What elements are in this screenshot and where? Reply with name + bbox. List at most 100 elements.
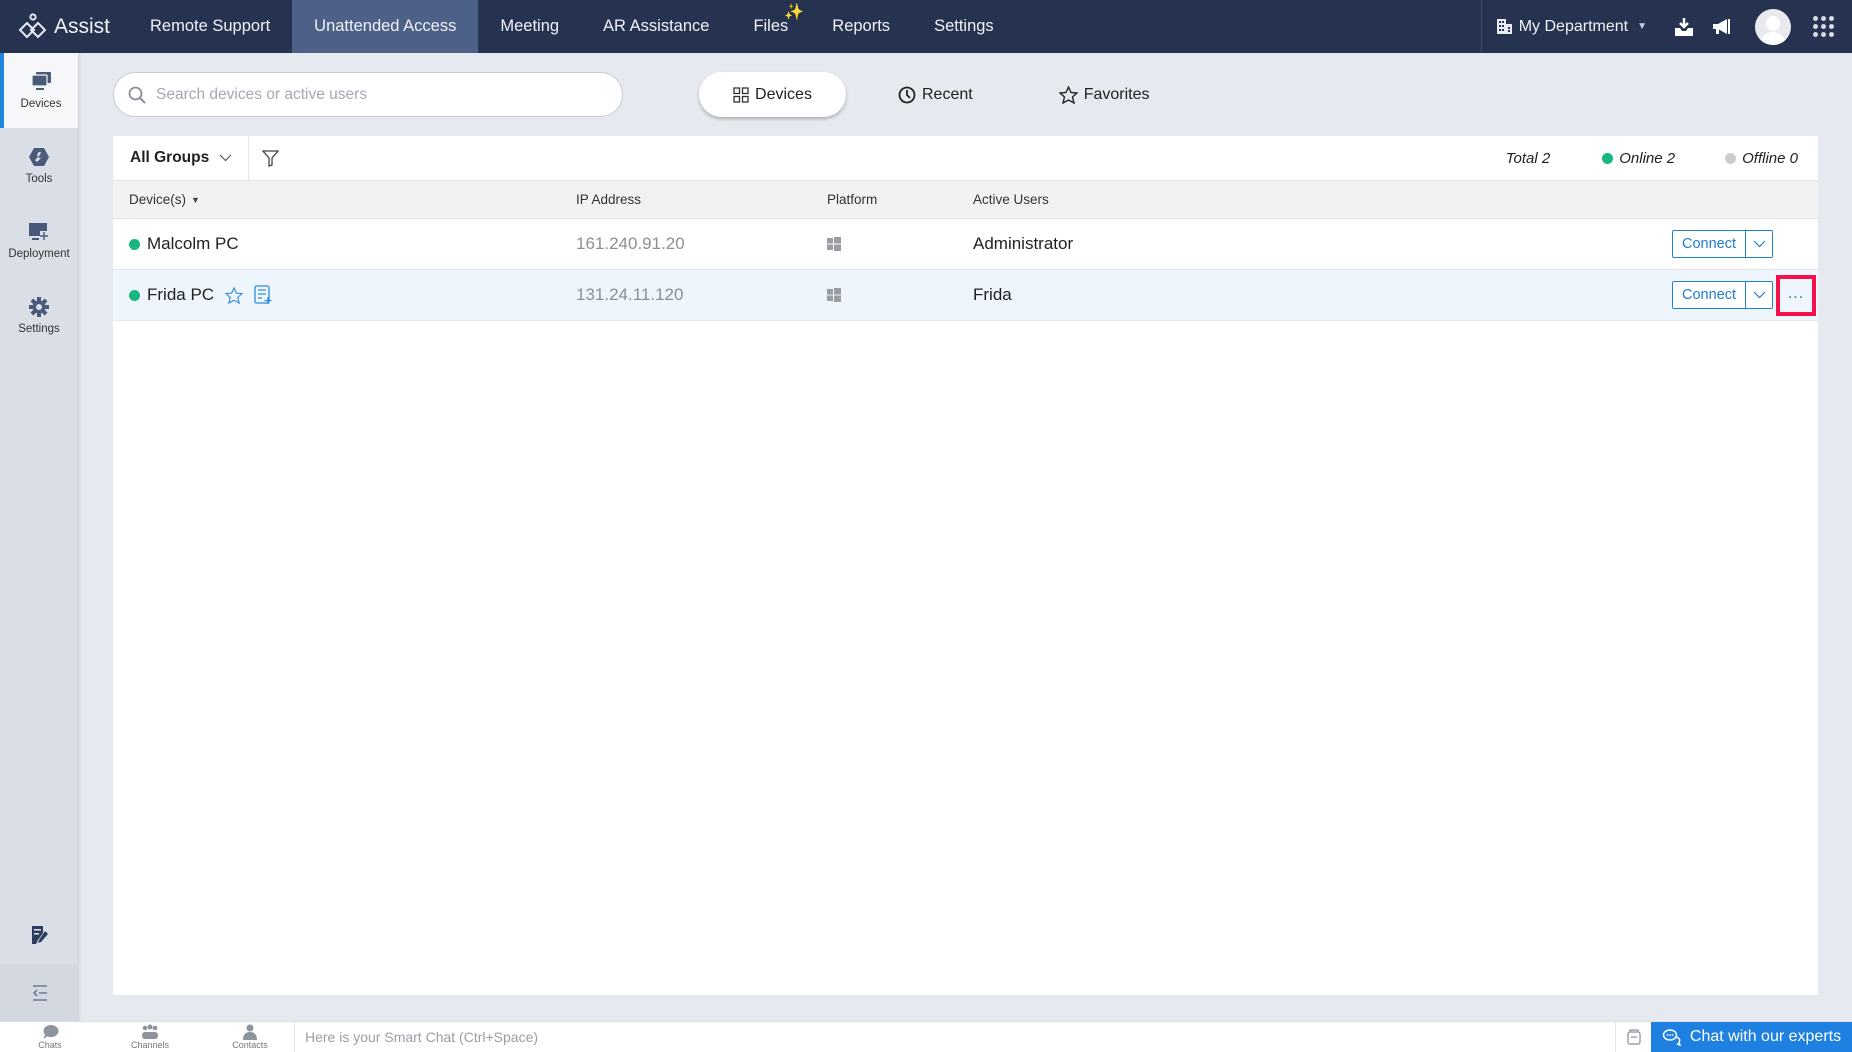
connect-button[interactable]: Connect <box>1673 231 1746 257</box>
avatar-head <box>1766 15 1780 31</box>
sidebar-item-settings[interactable]: Settings <box>0 278 78 353</box>
tab-label: Devices <box>755 85 812 103</box>
nav-reports[interactable]: Reports <box>810 0 912 53</box>
devices-icon <box>31 72 51 90</box>
sidebar-item-devices[interactable]: Devices <box>0 53 78 128</box>
bottom-label: Contacts <box>232 1040 268 1050</box>
ip-address: 131.24.11.120 <box>576 285 684 304</box>
sidebar-bottom <box>0 906 79 1022</box>
collapse-sidebar-button[interactable] <box>0 964 79 1022</box>
offline-dot-icon <box>1725 152 1737 164</box>
caret-down-icon: ▼ <box>1637 21 1647 32</box>
download-button[interactable] <box>1665 17 1703 37</box>
chevron-down-icon <box>219 154 232 162</box>
building-icon <box>1496 19 1512 34</box>
filter-icon <box>262 149 279 167</box>
tab-favorites[interactable]: Favorites <box>1027 72 1182 117</box>
smart-chat-input[interactable]: Here is your Smart Chat (Ctrl+Space) <box>305 1029 1615 1045</box>
nav-remote-support[interactable]: Remote Support <box>128 0 292 53</box>
tab-recent[interactable]: Recent <box>866 72 1005 117</box>
add-note-button[interactable] <box>254 285 274 305</box>
announcements-button[interactable] <box>1703 17 1741 37</box>
group-selector[interactable]: All Groups <box>113 135 249 181</box>
tab-label: Favorites <box>1083 85 1150 103</box>
bottom-label: Chats <box>38 1040 62 1050</box>
nav-label: Meeting <box>500 17 560 35</box>
app-name: Assist <box>54 14 111 38</box>
stat-offline[interactable]: Offline 0 <box>1725 150 1798 167</box>
bottom-contacts[interactable]: Contacts <box>200 1024 300 1050</box>
filter-bar: All Groups Total 2 Online 2 Offline 0 <box>113 135 1818 181</box>
active-user: Frida <box>973 285 1012 304</box>
notes-stack-button[interactable] <box>1615 1021 1651 1052</box>
connect-options-dropdown[interactable] <box>1746 231 1772 257</box>
stat-online[interactable]: Online 2 <box>1602 150 1675 167</box>
active-user: Administrator <box>973 234 1074 253</box>
chevron-down-icon <box>1753 240 1765 248</box>
bottom-bar: Chats Channels Contacts Here is your Sma… <box>0 1021 1852 1052</box>
column-label: Device(s) <box>129 192 187 207</box>
connect-options-dropdown[interactable] <box>1746 282 1772 308</box>
stat-online-text: Online 2 <box>1619 149 1676 167</box>
sort-caret-icon: ▼ <box>191 194 200 205</box>
assist-logo-icon <box>18 12 47 38</box>
clock-icon <box>898 86 916 103</box>
contact-person-icon <box>243 1024 257 1040</box>
left-sidebar: Devices Tools Deployment Settings <box>0 53 79 1022</box>
connect-button-group: Connect <box>1672 230 1773 258</box>
add-favorite-button[interactable] <box>225 286 244 304</box>
view-tabs: Devices Recent Favorites <box>699 72 1182 117</box>
divider <box>294 1021 295 1052</box>
download-icon <box>1675 17 1693 36</box>
nav-label: AR Assistance <box>603 17 710 35</box>
tab-label: Recent <box>922 85 973 103</box>
more-options-button[interactable]: ... <box>1776 275 1816 316</box>
top-right-tools: My Department ▼ <box>1480 0 1852 53</box>
top-navigation-bar: Assist Remote Support Unattended Access … <box>0 0 1852 53</box>
connect-button-group: Connect <box>1672 281 1773 309</box>
note-add-icon <box>254 285 272 304</box>
gear-icon <box>29 297 49 317</box>
department-selector[interactable]: My Department ▼ <box>1482 18 1665 36</box>
sidebar-item-tools[interactable]: Tools <box>0 128 78 203</box>
filter-button[interactable] <box>262 149 279 167</box>
search-input[interactable] <box>156 85 596 104</box>
device-cell: Malcolm PC <box>129 234 239 254</box>
search-box <box>113 72 623 117</box>
tab-devices[interactable]: Devices <box>699 72 846 117</box>
app-logo[interactable]: Assist <box>0 0 128 53</box>
table-row[interactable]: Frida PC 131.24.11.120 Frida Connect ... <box>113 270 1818 321</box>
notes-button[interactable] <box>0 906 79 964</box>
chat-with-experts-button[interactable]: Chat with our experts <box>1651 1021 1852 1052</box>
nav-label: Reports <box>832 17 891 35</box>
notes-stack-icon <box>1626 1029 1641 1045</box>
edit-notes-icon <box>31 926 48 944</box>
nav-ar-assistance[interactable]: AR Assistance <box>581 0 731 53</box>
device-stats: Total 2 Online 2 Offline 0 <box>1506 150 1818 167</box>
nav-settings[interactable]: Settings <box>912 0 1016 53</box>
nav-label: Settings <box>934 17 994 35</box>
device-name[interactable]: Malcolm PC <box>147 234 239 254</box>
bottom-chats[interactable]: Chats <box>0 1024 100 1050</box>
column-header-active-users: Active Users <box>973 192 1049 207</box>
nav-meeting[interactable]: Meeting <box>478 0 581 53</box>
nav-files[interactable]: Files ✨ <box>731 0 810 53</box>
sidebar-item-deployment[interactable]: Deployment <box>0 203 78 278</box>
column-header-devices[interactable]: Device(s) ▼ <box>129 192 200 207</box>
windows-icon <box>827 288 841 302</box>
connect-button[interactable]: Connect <box>1673 282 1746 308</box>
department-name: My Department <box>1518 17 1629 35</box>
nav-unattended-access[interactable]: Unattended Access <box>292 0 479 53</box>
device-cell: Frida PC <box>129 285 274 305</box>
ip-address: 161.240.91.20 <box>576 234 685 253</box>
apps-grid-icon[interactable] <box>1813 16 1834 37</box>
tools-icon <box>29 148 49 166</box>
table-row[interactable]: Malcolm PC 161.240.91.20 Administrator C… <box>113 219 1818 270</box>
user-avatar[interactable] <box>1755 8 1791 45</box>
column-header-platform: Platform <box>827 192 878 207</box>
star-outline-icon <box>225 286 244 304</box>
star-icon <box>1058 85 1078 104</box>
device-name[interactable]: Frida PC <box>147 285 214 305</box>
sidebar-label: Deployment <box>8 248 70 260</box>
bottom-channels[interactable]: Channels <box>100 1024 200 1050</box>
